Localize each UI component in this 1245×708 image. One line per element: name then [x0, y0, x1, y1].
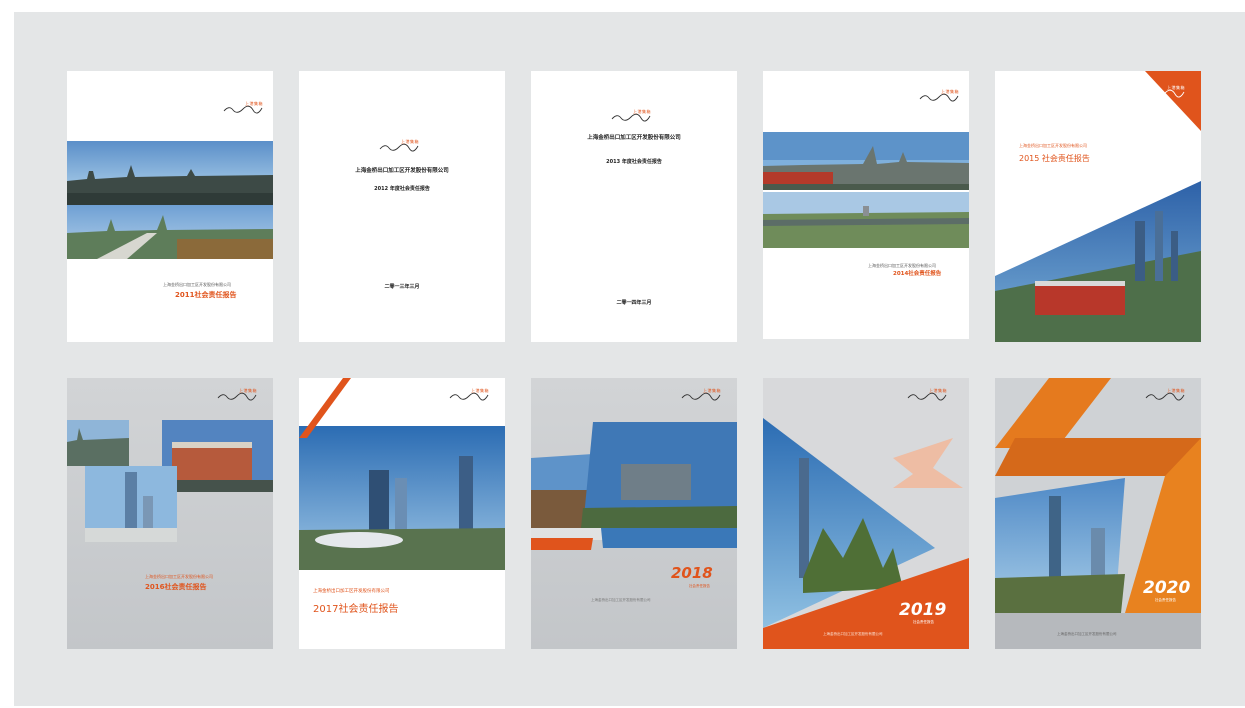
cover-2015-art	[995, 71, 1201, 342]
company-name: 上海金桥出口加工区开发股份有限公司	[313, 589, 390, 594]
report-date: 二零一三年三月	[384, 284, 420, 290]
report-title: 2011社会责任报告	[175, 291, 237, 299]
cover-gallery-board: 上港集箱 上海金桥出口加工区开发股份有限公司 2011社会责任报告 上港集箱 上…	[14, 12, 1245, 706]
cover-2015[interactable]: 上港集箱 上海金桥出口加工区开发股份有限公司 2015 社会责任报告	[995, 71, 1201, 342]
city-photo-bottom	[67, 205, 273, 259]
report-title: 2015 社会责任报告	[1019, 154, 1090, 163]
company-name: 上海金桥出口加工区开发股份有限公司	[591, 598, 651, 602]
photo-tile-a	[67, 420, 129, 466]
report-title: 2016社会责任报告	[145, 583, 207, 591]
cover-2013[interactable]: 上港集箱 上海金桥出口加工区开发股份有限公司 2013 年度社会责任报告 二零一…	[531, 71, 737, 342]
report-year: 2019	[899, 600, 947, 620]
company-name: 上海金桥出口加工区开发股份有限公司	[587, 135, 681, 141]
report-title: 2017社会责任报告	[313, 604, 399, 615]
company-name: 上海金桥出口加工区开发股份有限公司	[1057, 632, 1117, 636]
city-photo-top	[67, 141, 273, 205]
report-subtitle: 社会责任报告	[1155, 598, 1176, 602]
golden-bridge-logo: 上港集箱	[217, 388, 261, 402]
cover-2016[interactable]: 上港集箱 上海金桥出口加工区开发股份有限公司 2016社会责任报告	[67, 378, 273, 649]
report-title: 2012 年度社会责任报告	[374, 186, 430, 192]
golden-bridge-logo: 上港集箱	[379, 139, 423, 153]
cover-2020-art	[995, 378, 1201, 649]
cover-2017[interactable]: 上港集箱 上海金桥出口加工区开发股份有限公司 2017社会责任报告	[299, 378, 505, 649]
report-date: 二零一四年三月	[616, 300, 652, 306]
golden-bridge-logo: 上港集箱	[907, 388, 951, 402]
cover-2018-art	[531, 422, 737, 550]
report-title: 2013 年度社会责任报告	[606, 159, 662, 165]
cover-2012[interactable]: 上港集箱 上海金桥出口加工区开发股份有限公司 2012 年度社会责任报告 二零一…	[299, 71, 505, 342]
photo-tile-b	[162, 420, 273, 492]
report-subtitle: 社会责任报告	[689, 584, 710, 588]
city-photo-bottom	[763, 192, 969, 248]
report-year: 2018	[671, 564, 713, 582]
company-name: 上海金桥出口加工区开发股份有限公司	[163, 282, 231, 287]
report-subtitle: 社会责任报告	[913, 620, 934, 624]
cover-2014[interactable]: 上港集箱 上海金桥出口加工区开发股份有限公司 2014社会责任报告	[763, 71, 969, 339]
company-name: 上海金桥出口加工区开发股份有限公司	[823, 632, 883, 636]
golden-bridge-logo: 上港集箱	[1145, 85, 1189, 99]
photo-tile-c	[85, 466, 177, 542]
golden-bridge-logo: 上港集箱	[449, 388, 493, 402]
golden-bridge-logo: 上港集箱	[223, 101, 267, 115]
report-title: 2014社会责任报告	[893, 271, 942, 277]
company-name: 上海金桥出口加工区开发股份有限公司	[145, 574, 213, 579]
golden-bridge-logo: 上港集箱	[611, 109, 655, 123]
cover-2019[interactable]: 上港集箱 2019 社会责任报告 上海金桥出口加工区开发股份有限公司	[763, 378, 969, 649]
golden-bridge-logo: 上港集箱	[1145, 388, 1189, 402]
city-photo-top	[763, 132, 969, 190]
cover-2011[interactable]: 上港集箱 上海金桥出口加工区开发股份有限公司 2011社会责任报告	[67, 71, 273, 342]
cover-2018[interactable]: 上港集箱 2018 社会责任报告 上海金桥出口加工区开发股份有限公司	[531, 378, 737, 649]
golden-bridge-logo: 上港集箱	[919, 89, 963, 103]
report-year: 2020	[1143, 578, 1191, 598]
company-name: 上海金桥出口加工区开发股份有限公司	[355, 168, 449, 174]
cover-2020[interactable]: 上港集箱 2020 社会责任报告 上海金桥出口加工区开发股份有限公司	[995, 378, 1201, 649]
golden-bridge-logo: 上港集箱	[681, 388, 725, 402]
company-name: 上海金桥出口加工区开发股份有限公司	[1019, 143, 1087, 148]
